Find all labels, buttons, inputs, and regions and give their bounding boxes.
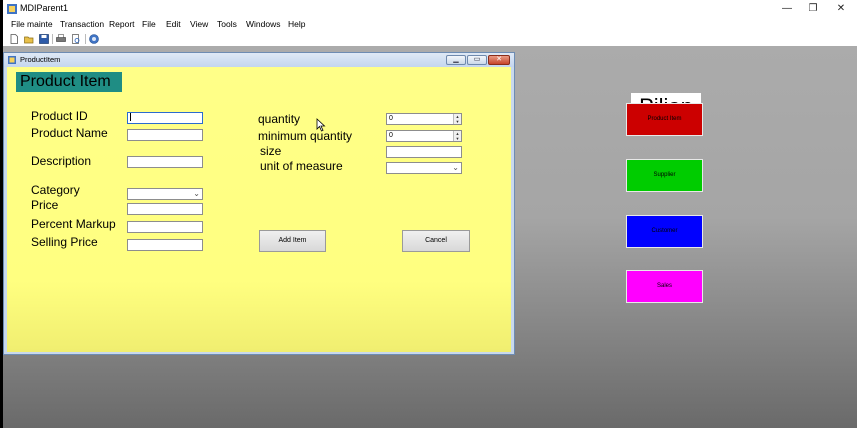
menu-help[interactable]: Help — [288, 19, 305, 29]
stepper-buttons[interactable]: ▲ ▼ — [453, 114, 461, 124]
product-name-label: Product Name — [31, 126, 108, 140]
window-title: MDIParent1 — [20, 3, 69, 13]
price-label: Price — [31, 198, 59, 212]
minimum-quantity-stepper[interactable]: 0 ▲ ▼ — [386, 130, 462, 142]
product-id-label: Product ID — [31, 109, 88, 123]
form-heading: Product Item — [16, 72, 122, 92]
product-item-button[interactable]: Product Item — [626, 103, 703, 136]
child-minimize-button[interactable]: ▁ — [446, 55, 466, 65]
product-item-form: Product Item Product ID Product Name Des… — [7, 67, 511, 352]
child-window-title: ProductItem — [20, 55, 61, 64]
child-close-button[interactable]: ✕ — [488, 55, 510, 65]
chevron-down-icon: ⌄ — [452, 163, 459, 172]
menu-bar: File mainte Transaction Report File Edit… — [3, 18, 857, 32]
toolbar-separator — [52, 34, 53, 44]
product-name-input[interactable] — [127, 129, 203, 141]
cancel-button[interactable]: Cancel — [402, 230, 470, 252]
form-icon — [8, 56, 16, 64]
size-input[interactable] — [386, 146, 462, 158]
menu-edit[interactable]: Edit — [166, 19, 181, 29]
close-button[interactable]: ✕ — [827, 0, 855, 18]
customer-button[interactable]: Customer — [626, 215, 703, 248]
print-icon[interactable] — [56, 34, 66, 44]
quantity-stepper[interactable]: 0 ▲ ▼ — [386, 113, 462, 125]
chevron-down-icon: ⌄ — [193, 189, 200, 198]
save-icon[interactable] — [39, 34, 49, 44]
title-bar: MDIParent1 — ❐ ✕ — [3, 0, 857, 18]
toolbar-separator — [85, 34, 86, 44]
minimum-quantity-label: minimum quantity — [258, 129, 353, 143]
menu-windows[interactable]: Windows — [246, 19, 280, 29]
menu-report[interactable]: Report — [109, 19, 135, 29]
child-maximize-button[interactable]: ▭ — [467, 55, 487, 65]
product-id-input[interactable] — [127, 112, 203, 124]
description-label: Description — [31, 154, 92, 168]
category-label: Category — [31, 183, 80, 197]
product-item-window: ProductItem ▁ ▭ ✕ Product Item Product I… — [3, 52, 515, 355]
help-icon[interactable] — [89, 34, 99, 44]
mouse-cursor-icon — [316, 118, 326, 132]
mdi-client-area: ProductItem ▁ ▭ ✕ Product Item Product I… — [3, 46, 857, 428]
menu-view[interactable]: View — [190, 19, 208, 29]
mdi-parent-window: MDIParent1 — ❐ ✕ File mainte Transaction… — [3, 0, 857, 428]
app-icon — [7, 4, 17, 14]
description-input[interactable] — [127, 156, 203, 168]
menu-transaction[interactable]: Transaction — [60, 19, 104, 29]
selling-price-input[interactable] — [127, 239, 203, 251]
restore-button[interactable]: ❐ — [799, 0, 827, 18]
selling-price-label: Selling Price — [31, 235, 98, 249]
menu-file[interactable]: File — [142, 19, 156, 29]
price-input[interactable] — [127, 203, 203, 215]
sales-button[interactable]: Sales — [626, 270, 703, 303]
menu-file-mainte[interactable]: File mainte — [11, 19, 53, 29]
open-icon[interactable] — [24, 34, 34, 44]
supplier-button[interactable]: Supplier — [626, 159, 703, 192]
unit-of-measure-select[interactable]: ⌄ — [386, 162, 462, 174]
quantity-label: quantity — [258, 112, 301, 126]
percent-markup-input[interactable] — [127, 221, 203, 233]
toolbar — [3, 32, 857, 46]
category-select[interactable]: ⌄ — [127, 188, 203, 200]
print-preview-icon[interactable] — [71, 34, 81, 44]
menu-tools[interactable]: Tools — [217, 19, 237, 29]
add-item-button[interactable]: Add Item — [259, 230, 326, 252]
child-title-bar[interactable]: ProductItem ▁ ▭ ✕ — [4, 53, 514, 67]
new-icon[interactable] — [9, 34, 19, 44]
text-caret — [130, 113, 131, 122]
size-label: size — [260, 144, 282, 158]
unit-of-measure-label: unit of measure — [260, 159, 343, 173]
stepper-buttons[interactable]: ▲ ▼ — [453, 131, 461, 141]
percent-markup-label: Percent Markup — [31, 217, 116, 231]
minimize-button[interactable]: — — [773, 0, 801, 18]
